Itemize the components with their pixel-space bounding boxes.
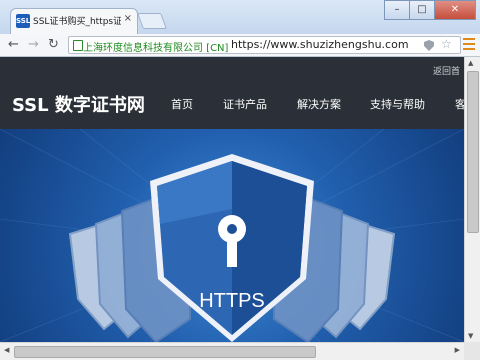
- nav-support[interactable]: 支持与帮助: [370, 96, 425, 112]
- bookmark-star-icon[interactable]: ☆: [441, 37, 452, 51]
- scrollbar-corner: [464, 342, 480, 360]
- close-window-button[interactable]: ✕: [434, 0, 476, 20]
- scroll-up-icon[interactable]: ▲: [468, 59, 473, 67]
- tab-close-icon[interactable]: ×: [124, 13, 132, 24]
- https-shield-illustration: HTTPS: [0, 129, 464, 342]
- maximize-button[interactable]: □: [409, 0, 435, 20]
- nav-more[interactable]: 客: [455, 96, 464, 112]
- browser-window: SSL SSL证书购买_https证书在 × – □ ✕ ← → ↻ 上海环度信…: [0, 0, 480, 360]
- shield-icon[interactable]: [424, 40, 434, 51]
- new-tab-button[interactable]: [137, 13, 167, 29]
- scroll-right-icon[interactable]: ▶: [455, 346, 460, 354]
- reload-icon[interactable]: ↻: [48, 37, 59, 53]
- site-logo[interactable]: SSL 数字证书网: [12, 91, 145, 117]
- horizontal-scroll-thumb[interactable]: [14, 346, 316, 358]
- site-header: 返回首 SSL 数字证书网 首页 证书产品 解决方案 支持与帮助 客: [0, 57, 464, 129]
- address-bar[interactable]: 上海环度信息科技有限公司 [CN] https://www.shuzizheng…: [68, 36, 461, 54]
- https-label: HTTPS: [199, 290, 265, 312]
- minimize-button[interactable]: –: [384, 0, 410, 20]
- browser-toolbar: ← → ↻ 上海环度信息科技有限公司 [CN] https://www.shuz…: [0, 34, 480, 57]
- hero-banner: HTTPS: [0, 129, 464, 342]
- back-arrow-icon[interactable]: ←: [8, 37, 19, 53]
- nav-home[interactable]: 首页: [171, 96, 193, 112]
- nav-solutions[interactable]: 解决方案: [297, 96, 341, 112]
- tab-title: SSL证书购买_https证书在: [33, 17, 121, 27]
- nav-products[interactable]: 证书产品: [223, 96, 267, 112]
- certificate-org-label[interactable]: 上海环度信息科技有限公司 [CN]: [83, 39, 228, 54]
- scroll-down-icon[interactable]: ▼: [468, 332, 473, 340]
- forward-arrow-icon[interactable]: →: [28, 37, 39, 53]
- vertical-scroll-thumb[interactable]: [467, 71, 479, 233]
- back-home-link[interactable]: 返回首: [433, 64, 460, 77]
- browser-tab[interactable]: SSL SSL证书购买_https证书在 ×: [10, 8, 138, 34]
- url-text[interactable]: https://www.shuzizhengshu.com: [231, 38, 409, 51]
- lock-icon: [73, 40, 83, 51]
- window-controls: – □ ✕: [384, 0, 476, 20]
- menu-icon[interactable]: [463, 38, 475, 53]
- vertical-scrollbar[interactable]: ▲ ▼: [464, 57, 480, 342]
- title-bar: SSL SSL证书购买_https证书在 × – □ ✕: [0, 0, 480, 34]
- web-page: 返回首 SSL 数字证书网 首页 证书产品 解决方案 支持与帮助 客 HTTPS: [0, 57, 464, 342]
- horizontal-scrollbar[interactable]: ◀ ▶: [0, 342, 464, 360]
- favicon-icon: SSL: [16, 14, 30, 28]
- scroll-left-icon[interactable]: ◀: [4, 346, 9, 354]
